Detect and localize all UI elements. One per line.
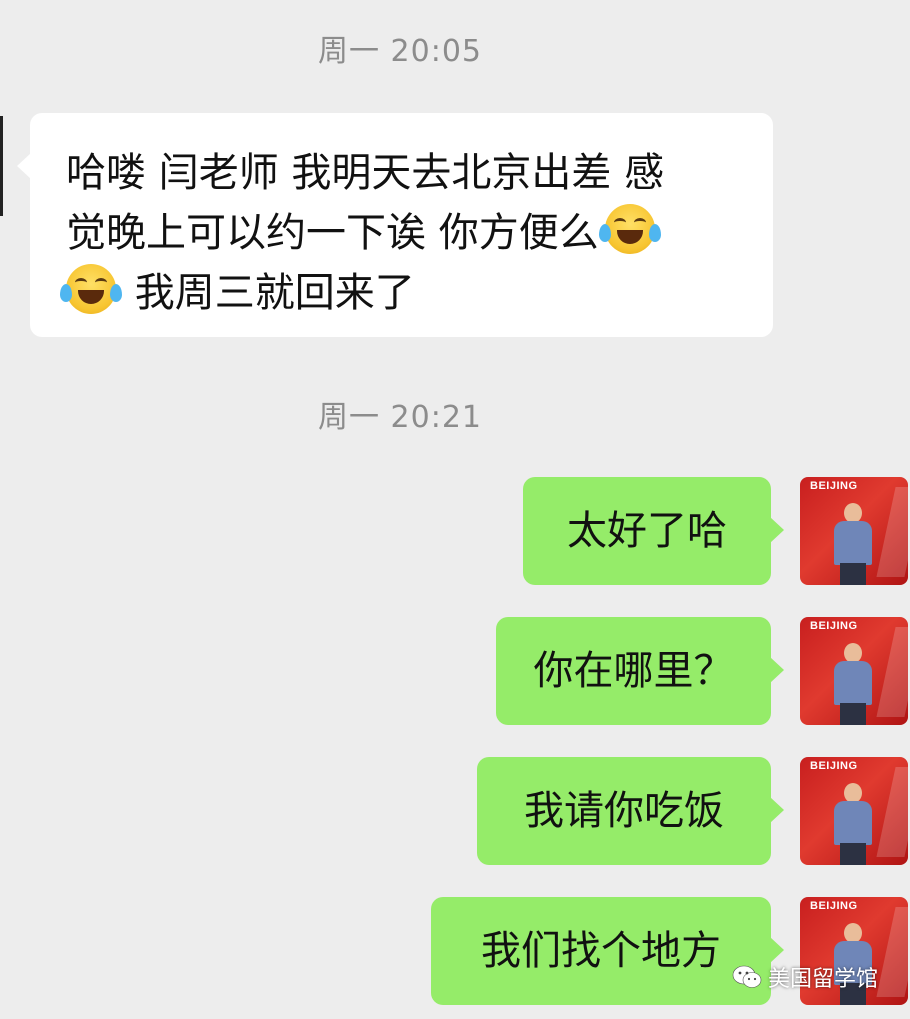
- tears-of-joy-emoji-icon: [598, 204, 661, 254]
- incoming-message-line-3-row: 我周三就回来了: [60, 263, 743, 323]
- sender-avatar[interactable]: BEIJING: [800, 757, 908, 865]
- outgoing-message-text: 太好了哈: [567, 508, 727, 554]
- outgoing-message-bubble-1[interactable]: 太好了哈: [523, 477, 784, 585]
- outgoing-message-bubble-4[interactable]: 我们找个地方: [431, 897, 784, 1005]
- avatar-figure-head: [844, 923, 862, 943]
- avatar-figure-head: [844, 503, 862, 523]
- avatar-figure-body: [834, 801, 872, 845]
- outgoing-message-bubble-2[interactable]: 你在哪里？: [496, 617, 784, 725]
- avatar-figure-body: [834, 661, 872, 705]
- avatar-figure-legs: [840, 843, 866, 865]
- avatar-figure-legs: [840, 703, 866, 725]
- left-edge-bar: [0, 116, 3, 216]
- incoming-message-bubble[interactable]: 哈喽 闫老师 我明天去北京出差 感 觉晚上可以约一下诶 你方便么 我周三就回来了: [17, 113, 773, 337]
- avatar-stripe: [876, 487, 908, 577]
- tears-of-joy-emoji-icon: [60, 264, 122, 314]
- watermark: 美国留学馆: [732, 962, 878, 992]
- incoming-message-line-3: 我周三就回来了: [134, 270, 415, 316]
- outgoing-message-text: 我们找个地方: [481, 928, 721, 974]
- timestamp-1: 周一 20:05: [318, 34, 482, 69]
- timestamp-2: 周一 20:21: [318, 400, 482, 435]
- avatar-figure-legs: [840, 563, 866, 585]
- avatar-stripe: [876, 627, 908, 717]
- avatar-label: BEIJING: [810, 480, 858, 492]
- avatar-label: BEIJING: [810, 620, 858, 632]
- avatar-label: BEIJING: [810, 760, 858, 772]
- sender-avatar[interactable]: BEIJING: [800, 477, 908, 585]
- avatar-figure-body: [834, 521, 872, 565]
- outgoing-message-bubble-3[interactable]: 我请你吃饭: [477, 757, 784, 865]
- avatar-stripe: [876, 907, 908, 997]
- outgoing-message-text: 你在哪里？: [533, 648, 734, 694]
- watermark-text: 美国留学馆: [768, 967, 879, 992]
- outgoing-message-text: 我请你吃饭: [524, 788, 724, 834]
- incoming-message-line-2: 觉晚上可以约一下诶 你方便么: [66, 210, 599, 256]
- wechat-icon: [732, 965, 762, 988]
- sender-avatar[interactable]: BEIJING: [800, 617, 908, 725]
- avatar-figure-head: [844, 783, 862, 803]
- avatar-label: BEIJING: [810, 900, 858, 912]
- incoming-message-line-1: 哈喽 闫老师 我明天去北京出差 感: [66, 150, 665, 196]
- avatar-figure-head: [844, 643, 862, 663]
- avatar-stripe: [876, 767, 908, 857]
- incoming-message-line-2-row: 觉晚上可以约一下诶 你方便么: [66, 203, 743, 263]
